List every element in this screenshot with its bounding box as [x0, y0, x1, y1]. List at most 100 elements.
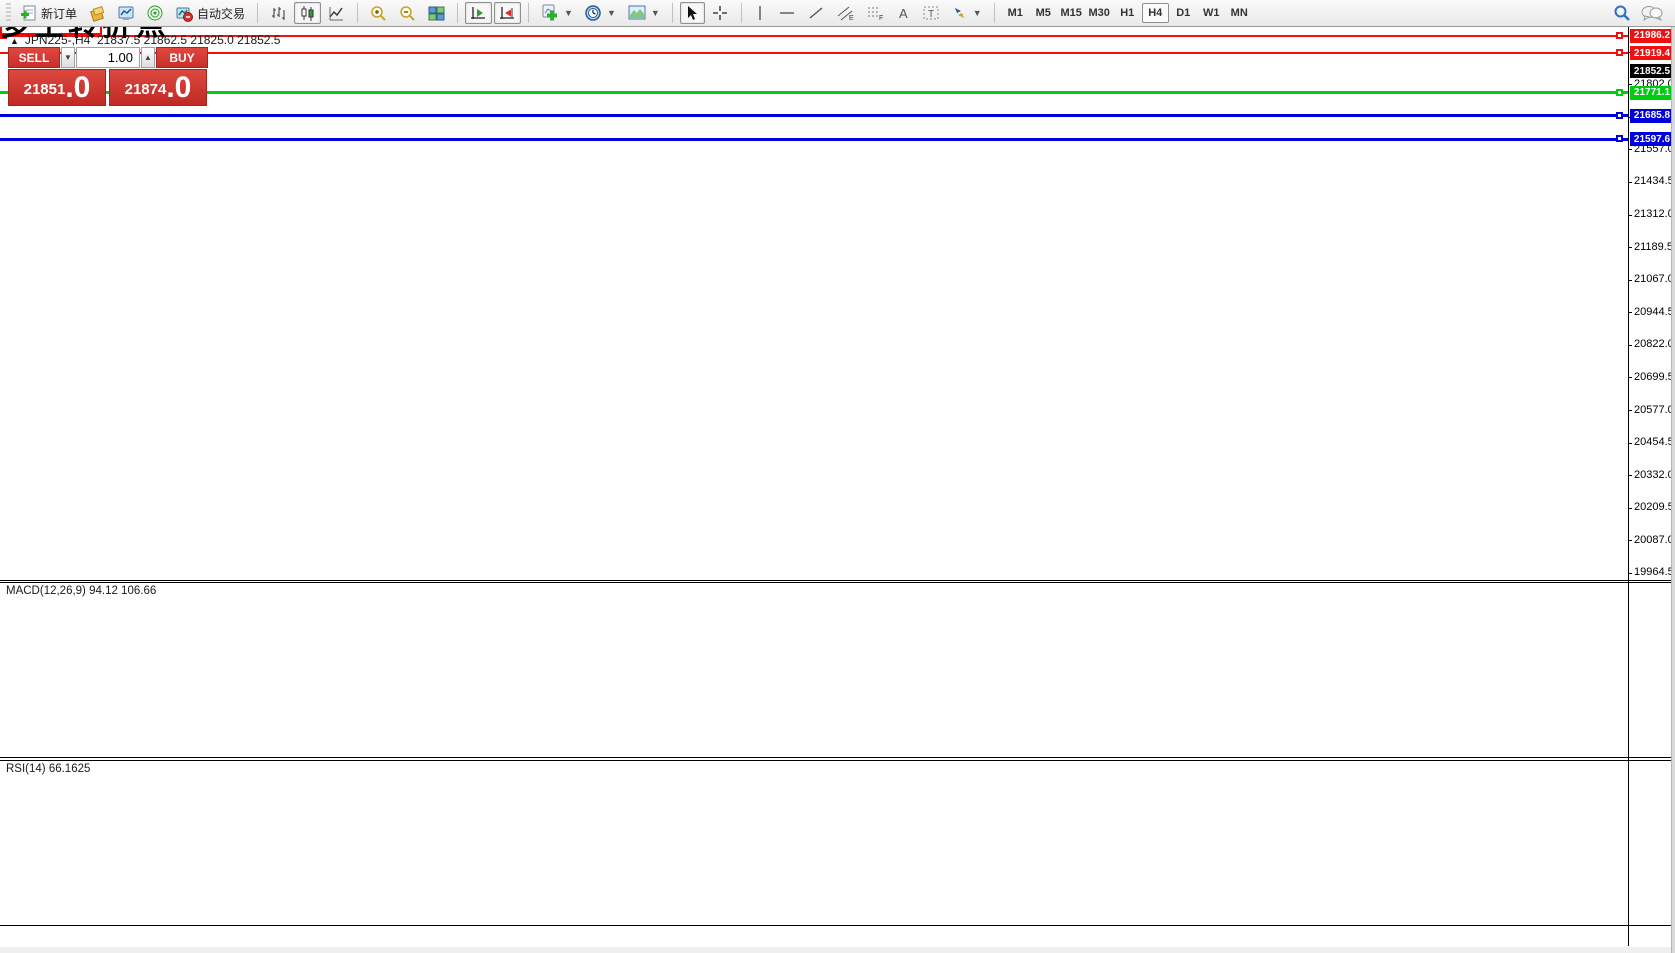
- candlestick-chart-button[interactable]: [294, 2, 321, 24]
- sell-button[interactable]: SELL: [8, 47, 60, 68]
- level-price-badge: 21685.8: [1630, 109, 1674, 123]
- zoom-in-button[interactable]: [365, 2, 392, 24]
- arrows-button[interactable]: ▼: [947, 2, 987, 24]
- level-price-badge: 21919.4: [1630, 46, 1674, 60]
- new-order-button[interactable]: 新订单: [15, 2, 82, 24]
- chat-icon[interactable]: [1641, 5, 1663, 22]
- price-tick-label: 20087.0: [1634, 534, 1674, 546]
- price-axis-border: [1628, 27, 1629, 946]
- bid-integer: 21851: [24, 77, 66, 103]
- timeframe-button-m5[interactable]: M5: [1030, 3, 1057, 23]
- bid-fraction: .0: [65, 73, 90, 103]
- toolbar-drag-handle[interactable]: [6, 3, 11, 23]
- panel-separator[interactable]: [0, 582, 1671, 583]
- new-order-label: 新订单: [41, 5, 77, 22]
- cursor-button[interactable]: [680, 2, 705, 24]
- text-button[interactable]: A: [892, 2, 916, 24]
- price-tick-label: 20822.0: [1634, 338, 1674, 350]
- chevron-down-icon: ▼: [973, 8, 982, 18]
- collapse-panel-icon[interactable]: ▲: [10, 36, 19, 46]
- toolbar-separator: [994, 3, 995, 23]
- price-tick-label: 20577.0: [1634, 404, 1674, 416]
- timeframe-button-w1[interactable]: W1: [1198, 3, 1225, 23]
- ohlc-values: 21837.5 21862.5 21825.0 21852.5: [97, 33, 281, 47]
- bar-chart-button[interactable]: [265, 2, 292, 24]
- timeframe-button-h4[interactable]: H4: [1142, 3, 1169, 23]
- autotrading-label: 自动交易: [197, 5, 245, 22]
- main-toolbar: 新订单 自动交易: [0, 0, 1675, 27]
- symbol-period-label: JPN225-,H4: [25, 33, 90, 47]
- time-axis[interactable]: [0, 925, 1628, 947]
- price-tick-label: 20209.5: [1634, 501, 1674, 513]
- line-chart-button[interactable]: [323, 2, 350, 24]
- templates-button[interactable]: ▼: [623, 2, 665, 24]
- price-tick-label: 20699.5: [1634, 371, 1674, 383]
- add-indicator-button[interactable]: ▼: [536, 2, 578, 24]
- bid-price-display[interactable]: 21851.0: [8, 69, 106, 106]
- trendline-button[interactable]: [803, 2, 830, 24]
- price-tick-label: 21434.5: [1634, 175, 1674, 187]
- one-click-trading-panel: SELL ▼ 1.00 ▲ BUY 21851.0 21874.0: [8, 47, 208, 106]
- chart-shift-button[interactable]: [494, 2, 521, 24]
- crosshair-button[interactable]: [707, 2, 734, 24]
- window-edge: [0, 947, 1671, 953]
- autotrading-icon: [176, 5, 193, 22]
- rsi-label: RSI(14) 66.1625: [6, 763, 90, 775]
- current-price-badge: 21852.5: [1630, 64, 1674, 78]
- window-edge: [1671, 27, 1675, 953]
- equidistant-channel-button[interactable]: E: [832, 2, 860, 24]
- vertical-line-button[interactable]: [749, 2, 772, 24]
- price-tick-label: 21312.0: [1634, 208, 1674, 220]
- volume-increase-button[interactable]: ▲: [141, 47, 155, 68]
- toolbar-separator: [457, 3, 458, 23]
- toolbar-separator: [741, 3, 742, 23]
- ask-integer: 21874: [125, 77, 167, 103]
- price-tick-label: 20454.5: [1634, 436, 1674, 448]
- horizontal-line-button[interactable]: [774, 2, 801, 24]
- toolbar-separator: [257, 3, 258, 23]
- panel-separator[interactable]: [0, 757, 1671, 758]
- timeframe-button-m1[interactable]: M1: [1002, 3, 1029, 23]
- svg-text:T: T: [928, 9, 934, 20]
- macd-label: MACD(12,26,9) 94.12 106.66: [6, 585, 156, 597]
- fibonacci-button[interactable]: F: [862, 2, 890, 24]
- volume-input[interactable]: 1.00: [76, 47, 140, 68]
- timeframe-button-m15[interactable]: M15: [1058, 3, 1085, 23]
- tile-windows-button[interactable]: [423, 2, 450, 24]
- timeframe-button-d1[interactable]: D1: [1170, 3, 1197, 23]
- timeframe-group: M1M5M15M30H1H4D1W1MN: [1002, 3, 1253, 23]
- toolbar-separator: [528, 3, 529, 23]
- main-chart-canvas[interactable]: [0, 28, 1628, 580]
- period-clock-button[interactable]: ▼: [580, 2, 621, 24]
- toolbar-separator: [357, 3, 358, 23]
- timeframe-button-mn[interactable]: MN: [1226, 3, 1253, 23]
- level-price-badge: 21597.6: [1630, 132, 1674, 146]
- ask-fraction: .0: [166, 73, 191, 103]
- macd-panel-canvas[interactable]: [0, 582, 1628, 757]
- zoom-out-button[interactable]: [394, 2, 421, 24]
- search-icon[interactable]: [1613, 4, 1631, 22]
- terminal-window: 新订单 自动交易: [0, 0, 1675, 953]
- chart-title-row: ▲ JPN225-,H4 21837.5 21862.5 21825.0 2185…: [10, 33, 280, 47]
- price-tick-label: 20332.0: [1634, 469, 1674, 481]
- text-label-button[interactable]: T: [918, 2, 945, 24]
- rsi-panel-canvas[interactable]: [0, 760, 1628, 925]
- panel-separator[interactable]: [0, 580, 1671, 581]
- price-tick-label: 20944.5: [1634, 306, 1674, 318]
- new-order-icon: [20, 5, 37, 22]
- data-window-button[interactable]: [142, 2, 169, 24]
- panel-separator: [0, 925, 1671, 926]
- auto-scroll-button[interactable]: [465, 2, 492, 24]
- timeframe-button-h1[interactable]: H1: [1114, 3, 1141, 23]
- market-watch-button[interactable]: [113, 2, 140, 24]
- autotrading-button[interactable]: 自动交易: [171, 2, 250, 24]
- panel-separator[interactable]: [0, 760, 1671, 761]
- ask-price-display[interactable]: 21874.0: [109, 69, 207, 106]
- metaeditor-button[interactable]: [84, 2, 111, 24]
- price-tick-label: 21067.0: [1634, 273, 1674, 285]
- buy-button[interactable]: BUY: [156, 47, 208, 68]
- volume-decrease-button[interactable]: ▼: [61, 47, 75, 68]
- price-tick-label: 19964.5: [1634, 566, 1674, 578]
- timeframe-button-m30[interactable]: M30: [1086, 3, 1113, 23]
- toolbar-separator: [672, 3, 673, 23]
